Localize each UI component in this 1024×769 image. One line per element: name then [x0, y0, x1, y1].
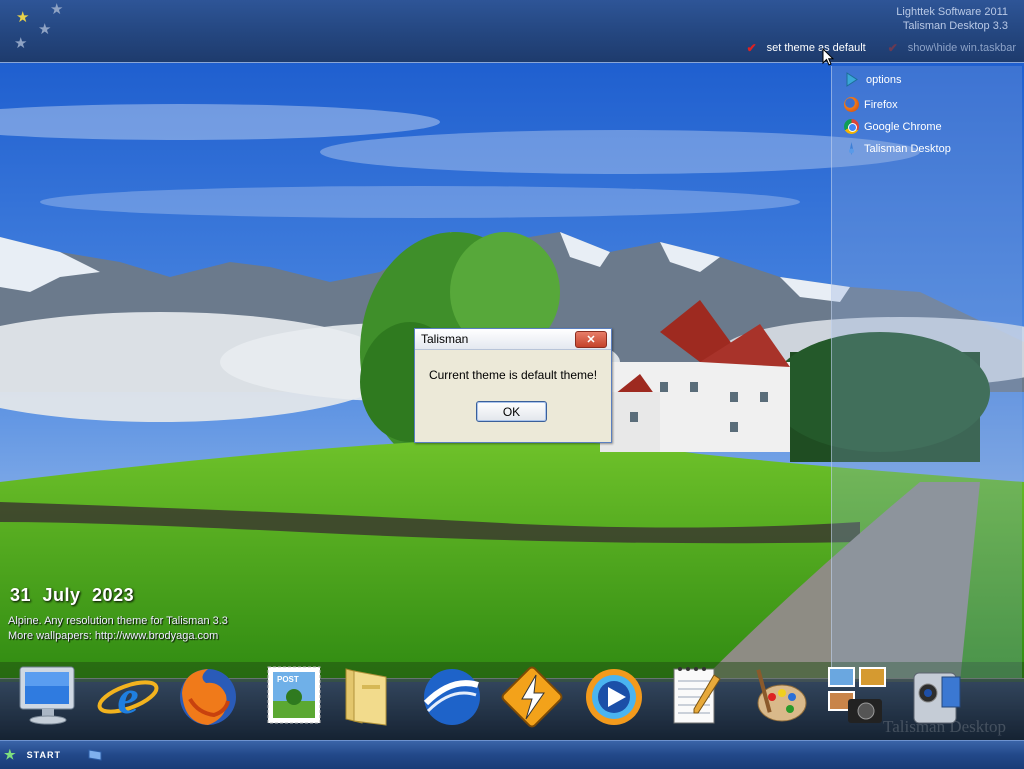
message-dialog: Talisman ✕ Current theme is default them…	[414, 328, 612, 443]
notepad-icon	[673, 667, 721, 724]
quick-launch-panel: options Firefox Google Chrome Talisman D…	[831, 66, 1022, 678]
side-item-label: Talisman Desktop	[864, 142, 951, 155]
svg-text:e: e	[117, 671, 138, 724]
dialog-message: Current theme is default theme!	[428, 368, 598, 382]
star-icon: ★	[38, 21, 52, 38]
side-item-label: Google Chrome	[864, 120, 942, 133]
dock-item-winamp[interactable]	[500, 663, 564, 729]
dock-item-photo-gallery[interactable]	[826, 663, 890, 729]
dock-item-firefox[interactable]	[176, 663, 240, 729]
ok-button[interactable]: OK	[476, 401, 547, 422]
dialog-titlebar[interactable]: Talisman ✕	[415, 329, 611, 350]
options-label: options	[866, 73, 902, 86]
folder-icon	[345, 668, 387, 726]
date-display: 31 July 2023	[10, 585, 135, 605]
toggle-taskbar-link[interactable]: ✔ show\hide win.taskbar	[888, 41, 1016, 55]
dock-item-notepad[interactable]	[664, 663, 728, 729]
paint-icon	[756, 669, 807, 722]
theme-info: Alpine. Any resolution theme for Talisma…	[8, 614, 228, 644]
my-computer-icon	[19, 666, 75, 725]
star-icon: ★	[16, 9, 30, 26]
start-label: START	[26, 750, 61, 760]
mouse-cursor-icon	[822, 48, 834, 66]
winamp-icon	[501, 666, 563, 728]
chrome-icon	[844, 119, 859, 134]
set-theme-default-link[interactable]: ✔ set theme as default	[747, 41, 866, 55]
set-theme-default-label: set theme as default	[766, 42, 866, 54]
photo-gallery-icon	[828, 667, 886, 723]
dock-item-media-player[interactable]	[582, 663, 646, 729]
firefox-icon	[844, 97, 859, 112]
svg-text:POST: POST	[277, 675, 299, 684]
brand-info: Lighttek Software 2011 Talisman Desktop …	[896, 5, 1008, 33]
checkmark-icon: ✔	[746, 41, 757, 55]
toggle-taskbar-label: show\hide win.taskbar	[907, 42, 1016, 54]
side-item-firefox[interactable]: Firefox	[844, 97, 898, 112]
dialog-close-button[interactable]: ✕	[575, 330, 607, 348]
dock-item-internet-explorer[interactable]: e	[96, 663, 160, 729]
dock-item-mail[interactable]: POST	[262, 663, 326, 729]
start-star-icon: ★	[4, 747, 17, 762]
theme-info-line-2: More wallpapers: http://www.brodyaga.com	[8, 630, 219, 642]
side-item-label: Firefox	[864, 98, 898, 111]
talisman-icon	[849, 142, 854, 155]
play-arrow-icon	[846, 72, 858, 87]
mail-stamp-icon: POST	[267, 666, 321, 724]
star-icon: ★	[50, 1, 64, 18]
stars-logo: ★ ★ ★ ★	[14, 1, 74, 54]
taskbar: ★ START	[0, 740, 1024, 769]
theme-info-line-1: Alpine. Any resolution theme for Talisma…	[8, 615, 228, 627]
google-earth-icon	[423, 669, 480, 725]
options-item[interactable]: options	[844, 72, 901, 87]
dock-item-folder[interactable]	[336, 663, 400, 729]
camcorder-icon	[913, 672, 961, 724]
dock-item-my-computer[interactable]	[16, 663, 80, 729]
side-item-chrome[interactable]: Google Chrome	[844, 119, 942, 134]
internet-explorer-icon: e	[97, 671, 159, 724]
brand-line-1: Lighttek Software 2011	[896, 6, 1008, 18]
firefox-icon	[180, 669, 236, 725]
star-icon: ★	[14, 35, 28, 52]
dock-item-paint[interactable]	[748, 663, 812, 729]
dock-item-google-earth[interactable]	[420, 663, 484, 729]
dock-item-camcorder[interactable]	[906, 663, 970, 729]
show-desktop-icon[interactable]	[88, 749, 102, 761]
top-banner: ★ ★ ★ ★ Lighttek Software 2011 Talisman …	[0, 0, 1024, 63]
media-player-icon	[586, 669, 642, 725]
brand-line-2: Talisman Desktop 3.3	[902, 20, 1008, 32]
checkmark-icon: ✔	[887, 41, 898, 55]
side-item-talisman[interactable]: Talisman Desktop	[844, 141, 951, 156]
dock: Talisman Desktop e POST	[0, 666, 1024, 741]
dialog-title: Talisman	[421, 332, 469, 346]
start-button[interactable]: ★ START	[4, 746, 61, 764]
